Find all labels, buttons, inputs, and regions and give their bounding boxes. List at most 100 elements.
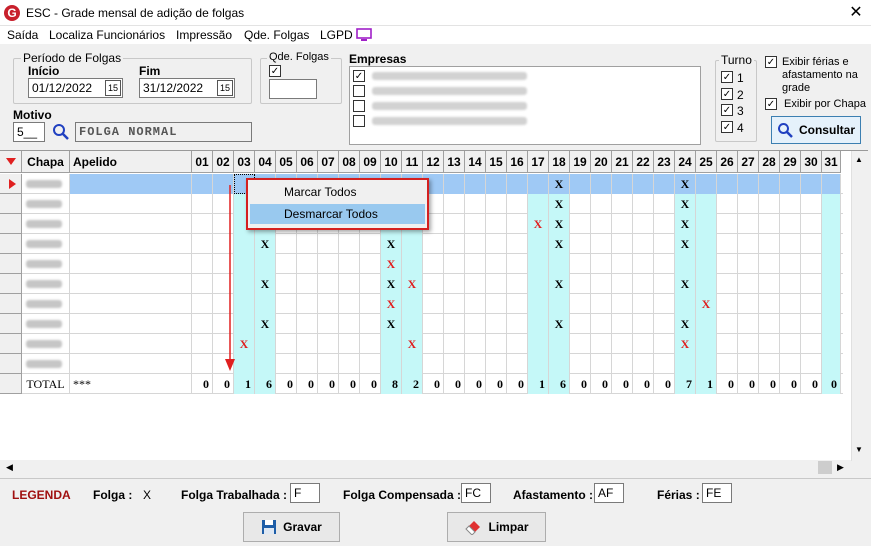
day-cell[interactable] (780, 254, 801, 274)
exibir-chapa-checkbox[interactable]: ✓ (765, 98, 777, 110)
scroll-down-icon[interactable]: ▼ (855, 445, 863, 454)
day-cell[interactable] (381, 354, 402, 374)
day-cell[interactable] (339, 274, 360, 294)
day-cell[interactable] (549, 334, 570, 354)
chapa-cell[interactable] (22, 354, 70, 374)
day-cell[interactable] (633, 274, 654, 294)
header-day[interactable]: 13 (444, 151, 465, 173)
day-cell[interactable] (255, 354, 276, 374)
day-cell[interactable] (465, 234, 486, 254)
day-cell[interactable] (507, 274, 528, 294)
row-selector[interactable] (0, 274, 22, 294)
day-cell[interactable] (528, 254, 549, 274)
chapa-cell[interactable] (22, 314, 70, 334)
header-day[interactable]: 04 (255, 151, 276, 173)
day-cell[interactable] (444, 254, 465, 274)
day-cell[interactable] (297, 234, 318, 254)
row-selector[interactable] (0, 234, 22, 254)
day-cell[interactable] (507, 354, 528, 374)
day-cell[interactable] (654, 274, 675, 294)
day-cell[interactable] (591, 214, 612, 234)
day-cell[interactable] (675, 294, 696, 314)
day-cell[interactable]: X (549, 214, 570, 234)
day-cell[interactable] (444, 334, 465, 354)
day-cell[interactable] (423, 334, 444, 354)
day-cell[interactable] (402, 234, 423, 254)
header-day[interactable]: 19 (570, 151, 591, 173)
header-day[interactable]: 16 (507, 151, 528, 173)
day-cell[interactable] (738, 334, 759, 354)
day-cell[interactable] (717, 274, 738, 294)
day-cell[interactable] (339, 354, 360, 374)
day-cell[interactable] (423, 294, 444, 314)
day-cell[interactable] (423, 314, 444, 334)
day-cell[interactable] (192, 194, 213, 214)
day-cell[interactable] (528, 354, 549, 374)
day-cell[interactable] (822, 274, 841, 294)
desmarcar-todos-menu-item[interactable]: Desmarcar Todos (250, 204, 425, 224)
day-cell[interactable] (654, 234, 675, 254)
chapa-cell[interactable] (22, 294, 70, 314)
day-cell[interactable] (822, 354, 841, 374)
header-day[interactable]: 25 (696, 151, 717, 173)
menu-impressao[interactable]: Impressão (176, 28, 232, 42)
day-cell[interactable] (570, 294, 591, 314)
table-row[interactable] (0, 354, 843, 374)
header-day[interactable]: 24 (675, 151, 696, 173)
day-cell[interactable]: X (675, 194, 696, 214)
day-cell[interactable] (507, 254, 528, 274)
day-cell[interactable] (381, 334, 402, 354)
day-cell[interactable] (633, 314, 654, 334)
day-cell[interactable] (675, 354, 696, 374)
day-cell[interactable] (465, 354, 486, 374)
day-cell[interactable] (465, 174, 486, 194)
day-cell[interactable] (801, 354, 822, 374)
inicio-calendar-icon[interactable]: 15 (105, 80, 121, 96)
day-cell[interactable] (276, 314, 297, 334)
day-cell[interactable] (192, 354, 213, 374)
day-cell[interactable] (318, 274, 339, 294)
day-cell[interactable] (759, 334, 780, 354)
qde-folgas-input[interactable] (269, 79, 317, 99)
day-cell[interactable] (339, 334, 360, 354)
day-cell[interactable] (633, 214, 654, 234)
day-cell[interactable] (591, 254, 612, 274)
day-cell[interactable] (360, 274, 381, 294)
day-cell[interactable] (318, 254, 339, 274)
day-cell[interactable] (192, 174, 213, 194)
day-cell[interactable] (759, 314, 780, 334)
day-cell[interactable] (696, 314, 717, 334)
header-day[interactable]: 11 (402, 151, 423, 173)
day-cell[interactable] (591, 354, 612, 374)
day-cell[interactable] (528, 194, 549, 214)
day-cell[interactable] (717, 194, 738, 214)
day-cell[interactable] (339, 294, 360, 314)
day-cell[interactable] (360, 354, 381, 374)
day-cell[interactable] (192, 294, 213, 314)
consultar-button[interactable]: Consultar (771, 116, 861, 144)
day-cell[interactable] (444, 274, 465, 294)
day-cell[interactable]: X (381, 274, 402, 294)
header-day[interactable]: 02 (213, 151, 234, 173)
row-selector[interactable] (0, 294, 22, 314)
turno-2-checkbox[interactable]: ✓ (721, 88, 733, 100)
day-cell[interactable] (570, 354, 591, 374)
scroll-thumb[interactable] (818, 461, 832, 474)
day-cell[interactable] (822, 174, 841, 194)
day-cell[interactable] (255, 294, 276, 314)
day-cell[interactable] (465, 194, 486, 214)
day-cell[interactable] (696, 214, 717, 234)
header-day[interactable]: 27 (738, 151, 759, 173)
row-selector[interactable] (0, 214, 22, 234)
day-cell[interactable] (717, 214, 738, 234)
day-cell[interactable]: X (675, 314, 696, 334)
day-cell[interactable] (444, 354, 465, 374)
day-cell[interactable] (297, 354, 318, 374)
day-cell[interactable] (759, 354, 780, 374)
apelido-cell[interactable] (70, 294, 192, 314)
day-cell[interactable]: X (381, 294, 402, 314)
day-cell[interactable] (297, 294, 318, 314)
day-cell[interactable] (507, 194, 528, 214)
day-cell[interactable] (780, 194, 801, 214)
day-cell[interactable] (738, 194, 759, 214)
